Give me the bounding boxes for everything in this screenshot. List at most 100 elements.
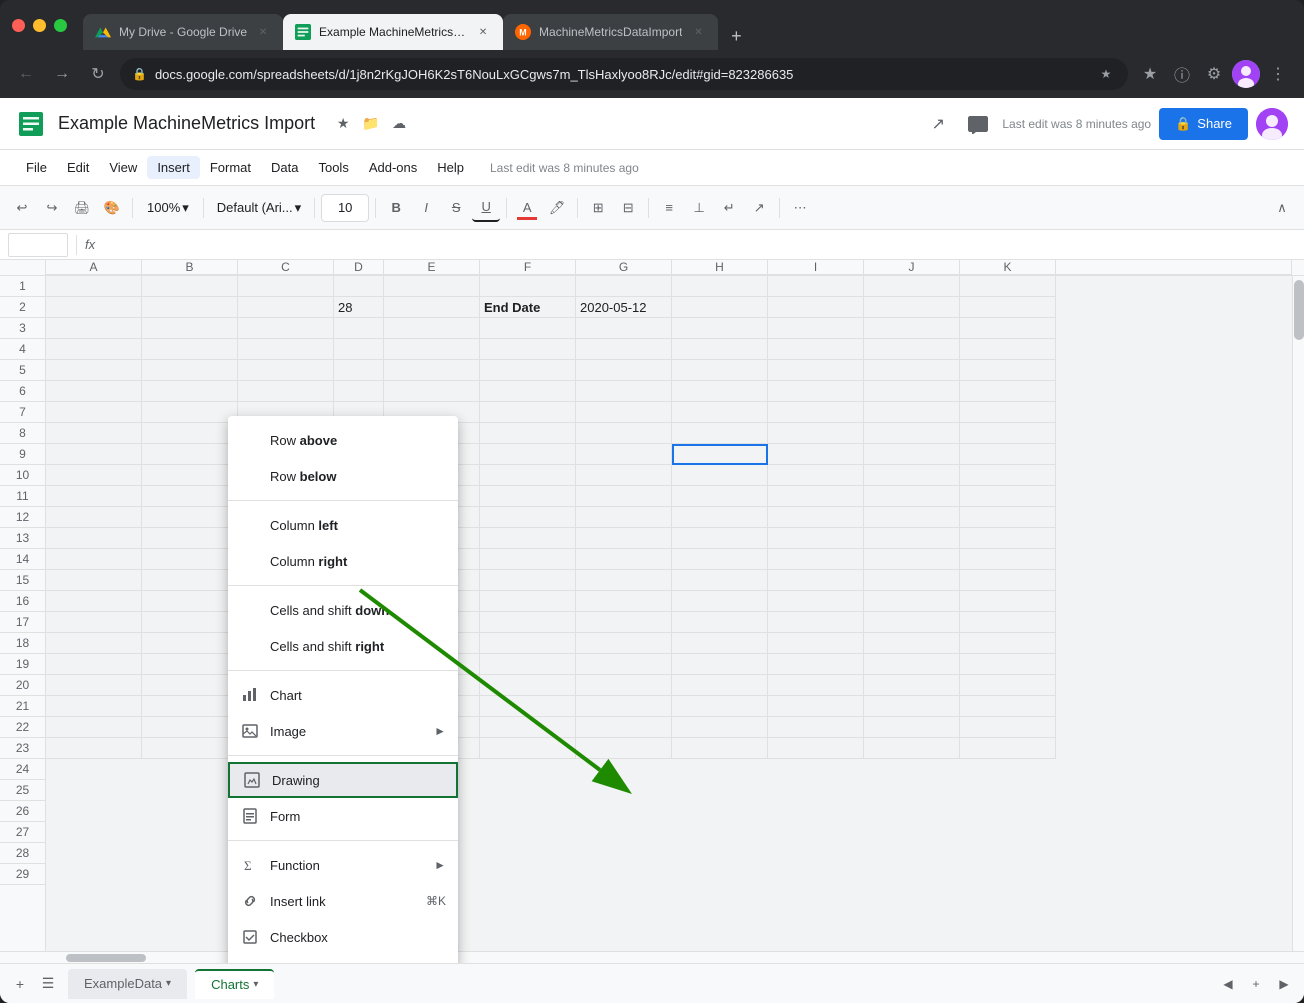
row-header-28[interactable]: 28 — [0, 843, 45, 864]
cell-a6[interactable] — [46, 381, 142, 402]
menu-option-col-left[interactable]: Column left — [228, 507, 458, 543]
row-header-18[interactable]: 18 — [0, 633, 45, 654]
row-header-11[interactable]: 11 — [0, 486, 45, 507]
tab-sheets[interactable]: Example MachineMetrics Impo... ✕ — [283, 14, 503, 50]
cell-d1[interactable] — [334, 276, 384, 297]
undo-button[interactable]: ↩ — [8, 194, 36, 222]
row-header-7[interactable]: 7 — [0, 402, 45, 423]
cell-h4[interactable] — [672, 339, 768, 360]
cell-g9[interactable] — [576, 444, 672, 465]
cell-h5[interactable] — [672, 360, 768, 381]
row-header-22[interactable]: 22 — [0, 717, 45, 738]
cell-f1[interactable] — [480, 276, 576, 297]
cell-b1[interactable] — [142, 276, 238, 297]
row-header-14[interactable]: 14 — [0, 549, 45, 570]
cell-c4[interactable] — [238, 339, 334, 360]
cell-d5[interactable] — [334, 360, 384, 381]
halign-button[interactable]: ≡ — [655, 194, 683, 222]
row-header-4[interactable]: 4 — [0, 339, 45, 360]
font-size-selector[interactable]: 10 — [321, 194, 369, 222]
cell-a7[interactable] — [46, 402, 142, 423]
cell-g5[interactable] — [576, 360, 672, 381]
row-header-19[interactable]: 19 — [0, 654, 45, 675]
paint-format-button[interactable]: 🎨 — [98, 194, 126, 222]
cell-k3[interactable] — [960, 318, 1056, 339]
cell-g4[interactable] — [576, 339, 672, 360]
col-header-g[interactable]: G — [576, 260, 672, 275]
more-formats-button[interactable]: ⋯ — [786, 194, 814, 222]
cell-k8[interactable] — [960, 423, 1056, 444]
cell-h8[interactable] — [672, 423, 768, 444]
row-header-29[interactable]: 29 — [0, 864, 45, 885]
menu-option-col-right[interactable]: Column right — [228, 543, 458, 579]
row-header-5[interactable]: 5 — [0, 360, 45, 381]
menu-file[interactable]: File — [16, 156, 57, 179]
valign-button[interactable]: ⊥ — [685, 194, 713, 222]
row-header-2[interactable]: 2 — [0, 297, 45, 318]
tab-mm[interactable]: M MachineMetricsDataImport ✕ — [503, 14, 718, 50]
row-header-9[interactable]: 9 — [0, 444, 45, 465]
row-header-16[interactable]: 16 — [0, 591, 45, 612]
expand-sheets-button[interactable]: ▶ — [1272, 972, 1296, 996]
text-color-button[interactable]: A — [513, 194, 541, 222]
cell-i8[interactable] — [768, 423, 864, 444]
cell-a9[interactable] — [46, 444, 142, 465]
tab-my-drive[interactable]: My Drive - Google Drive ✕ — [83, 14, 283, 50]
cell-g3[interactable] — [576, 318, 672, 339]
menu-option-form[interactable]: Form — [228, 798, 458, 834]
row-header-6[interactable]: 6 — [0, 381, 45, 402]
col-header-i[interactable]: I — [768, 260, 864, 275]
cell-k7[interactable] — [960, 402, 1056, 423]
cell-b2[interactable] — [142, 297, 238, 318]
cell-f5[interactable] — [480, 360, 576, 381]
menu-help[interactable]: Help — [427, 156, 474, 179]
sheet-tab-charts-dropdown[interactable]: ▾ — [253, 979, 258, 990]
cell-j2[interactable] — [864, 297, 960, 318]
cell-g8[interactable] — [576, 423, 672, 444]
row-header-10[interactable]: 10 — [0, 465, 45, 486]
cell-b9[interactable] — [142, 444, 238, 465]
minimize-button[interactable] — [33, 19, 46, 32]
cell-f8[interactable] — [480, 423, 576, 444]
menu-format[interactable]: Format — [200, 156, 261, 179]
cell-i6[interactable] — [768, 381, 864, 402]
cell-j8[interactable] — [864, 423, 960, 444]
cell-h7[interactable] — [672, 402, 768, 423]
bold-button[interactable]: B — [382, 194, 410, 222]
cell-k6[interactable] — [960, 381, 1056, 402]
sheet-tab-exampledata[interactable]: ExampleData ▾ — [68, 969, 187, 999]
add-sheet-button[interactable]: + — [8, 972, 32, 996]
italic-button[interactable]: I — [412, 194, 440, 222]
col-header-d[interactable]: D — [334, 260, 384, 275]
cell-i1[interactable] — [768, 276, 864, 297]
cell-j1[interactable] — [864, 276, 960, 297]
menu-view[interactable]: View — [99, 156, 147, 179]
menu-insert[interactable]: Insert — [147, 156, 200, 179]
cell-b6[interactable] — [142, 381, 238, 402]
row-header-1[interactable]: 1 — [0, 276, 45, 297]
cloud-icon[interactable]: ☁ — [387, 112, 411, 136]
user-avatar[interactable] — [1256, 108, 1288, 140]
row-header-8[interactable]: 8 — [0, 423, 45, 444]
cell-d6[interactable] — [334, 381, 384, 402]
menu-tools[interactable]: Tools — [308, 156, 358, 179]
col-header-b[interactable]: B — [142, 260, 238, 275]
row-header-25[interactable]: 25 — [0, 780, 45, 801]
cell-f2[interactable]: End Date — [480, 297, 576, 318]
cell-c5[interactable] — [238, 360, 334, 381]
cell-g1[interactable] — [576, 276, 672, 297]
row-header-12[interactable]: 12 — [0, 507, 45, 528]
address-bar[interactable]: 🔒 docs.google.com/spreadsheets/d/1j8n2rK… — [120, 58, 1128, 90]
cell-e4[interactable] — [384, 339, 480, 360]
collapse-toolbar-button[interactable]: ∧ — [1268, 194, 1296, 222]
cell-d4[interactable] — [334, 339, 384, 360]
col-header-e[interactable]: E — [384, 260, 480, 275]
cell-i3[interactable] — [768, 318, 864, 339]
bookmark-icon[interactable]: ★ — [1096, 64, 1116, 84]
cell-i5[interactable] — [768, 360, 864, 381]
row-header-17[interactable]: 17 — [0, 612, 45, 633]
h-scrollbar-thumb[interactable] — [66, 954, 146, 962]
cell-f3[interactable] — [480, 318, 576, 339]
new-tab-button[interactable]: + — [722, 22, 750, 50]
row-header-24[interactable]: 24 — [0, 759, 45, 780]
